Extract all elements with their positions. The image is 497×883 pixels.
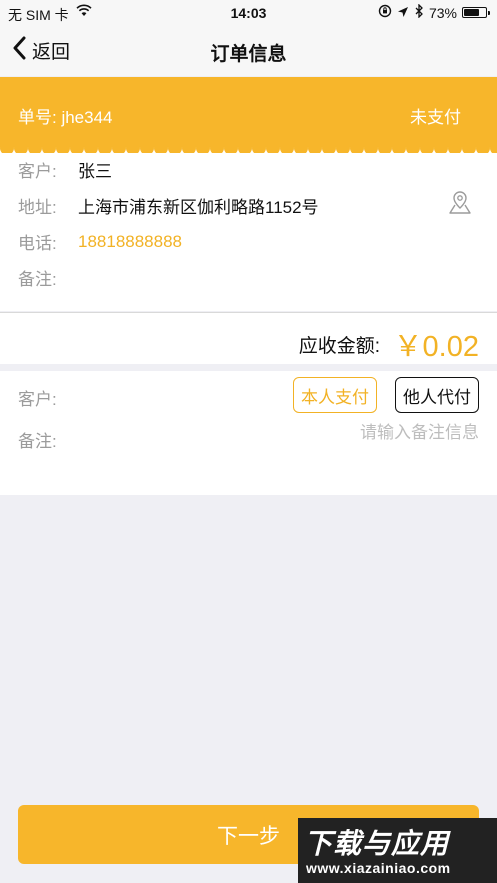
customer-remark-label: 备注:	[18, 270, 57, 289]
other-pay-button[interactable]: 他人代付	[395, 377, 479, 413]
banner-scallop-edge	[0, 143, 497, 153]
customer-info-card: 客户: 张三 地址: 上海市浦东新区伽利略路1152号 电话: 18818888…	[0, 147, 497, 311]
map-pin-icon[interactable]	[447, 189, 473, 220]
customer-name-label: 客户:	[18, 162, 57, 181]
order-number: 单号: jhe344	[18, 108, 113, 127]
amount-value: ￥0.02	[393, 331, 479, 363]
battery-percent: 73%	[428, 4, 457, 21]
page-title: 订单信息	[210, 44, 287, 65]
customer-phone-row: 电话: 18818888888	[18, 229, 182, 254]
customer-address-label: 地址:	[18, 198, 57, 217]
customer-name-row: 客户: 张三	[18, 157, 112, 182]
amount-label: 应收金额:	[298, 336, 380, 357]
watermark-logo: 下载与应用 www.xiazainiao.com	[298, 818, 497, 883]
watermark-title: 下载与应用	[304, 828, 450, 859]
customer-phone-label: 电话:	[18, 234, 57, 253]
orientation-lock-icon	[378, 4, 392, 21]
payment-card: 客户: 本人支付 他人代付 备注:	[0, 371, 497, 495]
customer-phone[interactable]: 18818888888	[78, 232, 182, 252]
battery-icon	[462, 7, 490, 18]
order-status: 未支付	[410, 108, 461, 127]
status-bar: 无 SIM 卡 14:03 73%	[0, 0, 497, 26]
customer-name: 张三	[78, 162, 112, 181]
payment-remark-label: 备注:	[18, 432, 57, 451]
customer-address-row: 地址: 上海市浦东新区伽利略路1152号	[18, 193, 319, 218]
remark-input[interactable]	[259, 423, 479, 443]
order-banner: 单号: jhe344 未支付	[0, 77, 497, 147]
amount-bar: 应收金额: ￥0.02	[0, 312, 497, 364]
bluetooth-icon	[414, 3, 424, 21]
self-pay-button[interactable]: 本人支付	[293, 377, 377, 413]
watermark-url: www.xiazainiao.com	[306, 860, 451, 876]
status-right: 73%	[378, 3, 490, 21]
payment-customer-label: 客户:	[18, 390, 57, 409]
customer-remark-row: 备注:	[18, 265, 78, 290]
customer-address: 上海市浦东新区伽利略路1152号	[78, 198, 319, 217]
location-icon	[397, 5, 409, 21]
nav-bar: 返回 订单信息	[0, 26, 497, 76]
